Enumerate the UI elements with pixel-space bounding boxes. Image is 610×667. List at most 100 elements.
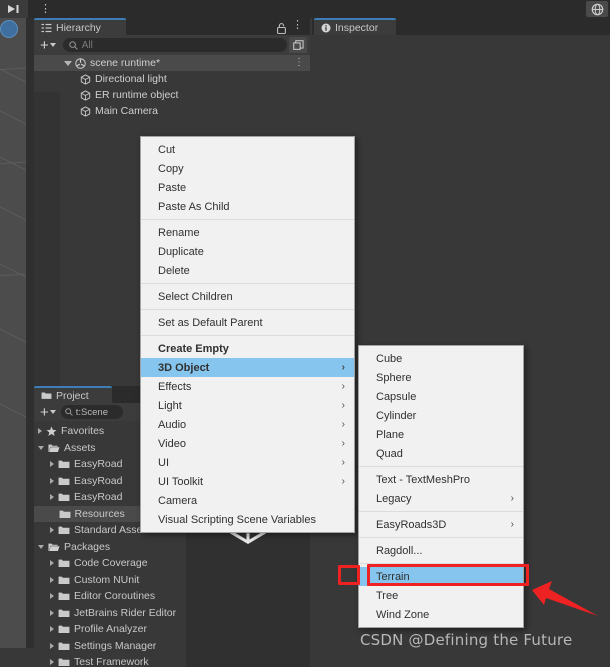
menu-item[interactable]: Legacy ›	[359, 489, 523, 508]
hierarchy-row-kebab-menu[interactable]: ⋮	[294, 58, 304, 68]
menu-item-label: UI Toolkit	[158, 475, 204, 488]
scene-gizmo-icon[interactable]	[0, 20, 22, 42]
menu-item-label: Ragdoll...	[376, 544, 423, 557]
menu-item[interactable]: Duplicate	[141, 242, 354, 261]
project-tree-row-label: Favorites	[61, 425, 105, 438]
menu-item-label: Cylinder	[376, 409, 417, 422]
chevron-down-icon[interactable]	[64, 60, 72, 66]
folder-icon	[58, 492, 70, 502]
menu-item[interactable]: Create Empty	[141, 339, 354, 358]
menu-item[interactable]: Paste As Child	[141, 197, 354, 216]
chevron-down-icon	[49, 410, 56, 414]
chevron-right-icon[interactable]	[50, 642, 54, 649]
menu-item[interactable]: UI Toolkit ›	[141, 472, 354, 491]
chevron-right-icon[interactable]	[50, 659, 54, 666]
3d-object-submenu[interactable]: Cube Sphere Capsule Cylinder Plane Quad Text -…	[358, 345, 524, 628]
project-tree-row[interactable]: Test Framework	[34, 654, 186, 667]
project-tree-row[interactable]: Code Coverage	[34, 555, 186, 572]
tab-hierarchy-label: Hierarchy	[56, 21, 101, 34]
menu-item[interactable]: Wind Zone	[359, 605, 523, 624]
hierarchy-kebab-menu[interactable]: ⋮	[292, 19, 303, 32]
folder-icon	[41, 391, 52, 400]
chevron-right-icon[interactable]	[50, 593, 54, 600]
tab-project[interactable]: Project	[34, 386, 112, 403]
menu-item[interactable]: Set as Default Parent	[141, 313, 354, 332]
hierarchy-add-button[interactable]: +	[34, 36, 61, 54]
project-tree-row[interactable]: Packages	[34, 539, 186, 556]
menu-item[interactable]: Cut	[141, 140, 354, 159]
menu-item[interactable]: Cube	[359, 349, 523, 368]
hierarchy-context-menu[interactable]: Cut Copy Paste Paste As Child Rename Duplicat…	[140, 136, 355, 533]
menu-item[interactable]: Select Children	[141, 287, 354, 306]
menu-item[interactable]: Plane	[359, 425, 523, 444]
project-tree-row[interactable]: Settings Manager	[34, 638, 186, 655]
hierarchy-row-er-runtime-object[interactable]: ER runtime object	[34, 87, 310, 103]
menu-item[interactable]: Camera	[141, 491, 354, 510]
hierarchy-search-input[interactable]: All	[62, 38, 287, 52]
project-add-button[interactable]: +	[34, 405, 61, 420]
menu-separator	[359, 563, 523, 564]
menu-item[interactable]: Visual Scripting Scene Variables	[141, 510, 354, 529]
menu-item[interactable]: Paste	[141, 178, 354, 197]
tab-inspector[interactable]: Inspector	[314, 18, 396, 35]
menu-item[interactable]: Rename	[141, 223, 354, 242]
scene-view[interactable]	[0, 18, 26, 648]
play-controls[interactable]	[0, 0, 28, 18]
folder-icon	[58, 657, 70, 667]
menu-item[interactable]: 3D Object ›	[141, 358, 354, 377]
project-tree-row-label: Standard Assets	[74, 524, 151, 537]
chevron-right-icon[interactable]	[50, 461, 54, 468]
menu-item[interactable]: Capsule	[359, 387, 523, 406]
chevron-down-icon[interactable]	[38, 445, 44, 450]
hierarchy-row-directional-light[interactable]: Directional light	[34, 71, 310, 87]
project-tree-row[interactable]: JetBrains Rider Editor	[34, 605, 186, 622]
menu-item[interactable]: Tree	[359, 586, 523, 605]
chevron-right-icon[interactable]	[50, 626, 54, 633]
menu-item[interactable]: UI ›	[141, 453, 354, 472]
menu-item-label: Camera	[158, 494, 198, 507]
menu-item[interactable]: Cylinder	[359, 406, 523, 425]
project-tree-row[interactable]: Profile Analyzer	[34, 621, 186, 638]
menu-item[interactable]: Sphere	[359, 368, 523, 387]
chevron-right-icon[interactable]	[50, 477, 54, 484]
menu-item[interactable]: Light ›	[141, 396, 354, 415]
chevron-right-icon[interactable]	[50, 576, 54, 583]
chevron-right-icon: ›	[341, 457, 345, 468]
chevron-right-icon[interactable]	[50, 494, 54, 501]
chevron-right-icon[interactable]	[38, 428, 42, 435]
hierarchy-visibility-button[interactable]	[289, 37, 307, 53]
project-tree-row[interactable]: Editor Coroutines	[34, 588, 186, 605]
chevron-down-icon[interactable]	[38, 544, 44, 549]
folder-icon	[58, 459, 70, 469]
chevron-right-icon[interactable]	[50, 560, 54, 567]
tab-hierarchy[interactable]: Hierarchy	[34, 18, 126, 35]
chevron-right-icon: ›	[341, 438, 345, 449]
project-tree-row[interactable]: Custom NUnit	[34, 572, 186, 589]
menu-item[interactable]: Text - TextMeshPro	[359, 470, 523, 489]
menu-item[interactable]: Audio ›	[141, 415, 354, 434]
project-search-input[interactable]: t:Scene	[60, 405, 123, 419]
menu-item[interactable]: Effects ›	[141, 377, 354, 396]
chevron-down-icon	[49, 43, 56, 47]
scene-view-kebab-menu[interactable]: ⋮	[40, 2, 51, 15]
chevron-right-icon[interactable]	[50, 609, 54, 616]
menu-item[interactable]: Video ›	[141, 434, 354, 453]
gameobject-icon	[80, 105, 91, 117]
menu-item[interactable]: Quad	[359, 444, 523, 463]
hierarchy-row-scene[interactable]: scene runtime* ⋮	[34, 55, 310, 71]
hierarchy-row-main-camera[interactable]: Main Camera	[34, 103, 310, 119]
folder-icon	[58, 641, 70, 651]
menu-item-label: Create Empty	[158, 342, 229, 355]
inspector-tabbar: Inspector	[312, 18, 610, 35]
menu-item[interactable]: Copy	[141, 159, 354, 178]
menu-item[interactable]: Ragdoll...	[359, 541, 523, 560]
hierarchy-gutter	[34, 92, 60, 386]
menu-item[interactable]: Terrain	[359, 567, 523, 586]
cloud-account-button[interactable]	[586, 1, 608, 17]
hierarchy-add-label: +	[40, 36, 49, 54]
project-tree-row-label: Profile Analyzer	[74, 623, 147, 636]
menu-item-label: 3D Object	[158, 361, 210, 374]
menu-item[interactable]: EasyRoads3D ›	[359, 515, 523, 534]
menu-item[interactable]: Delete	[141, 261, 354, 280]
chevron-right-icon[interactable]	[50, 527, 54, 534]
